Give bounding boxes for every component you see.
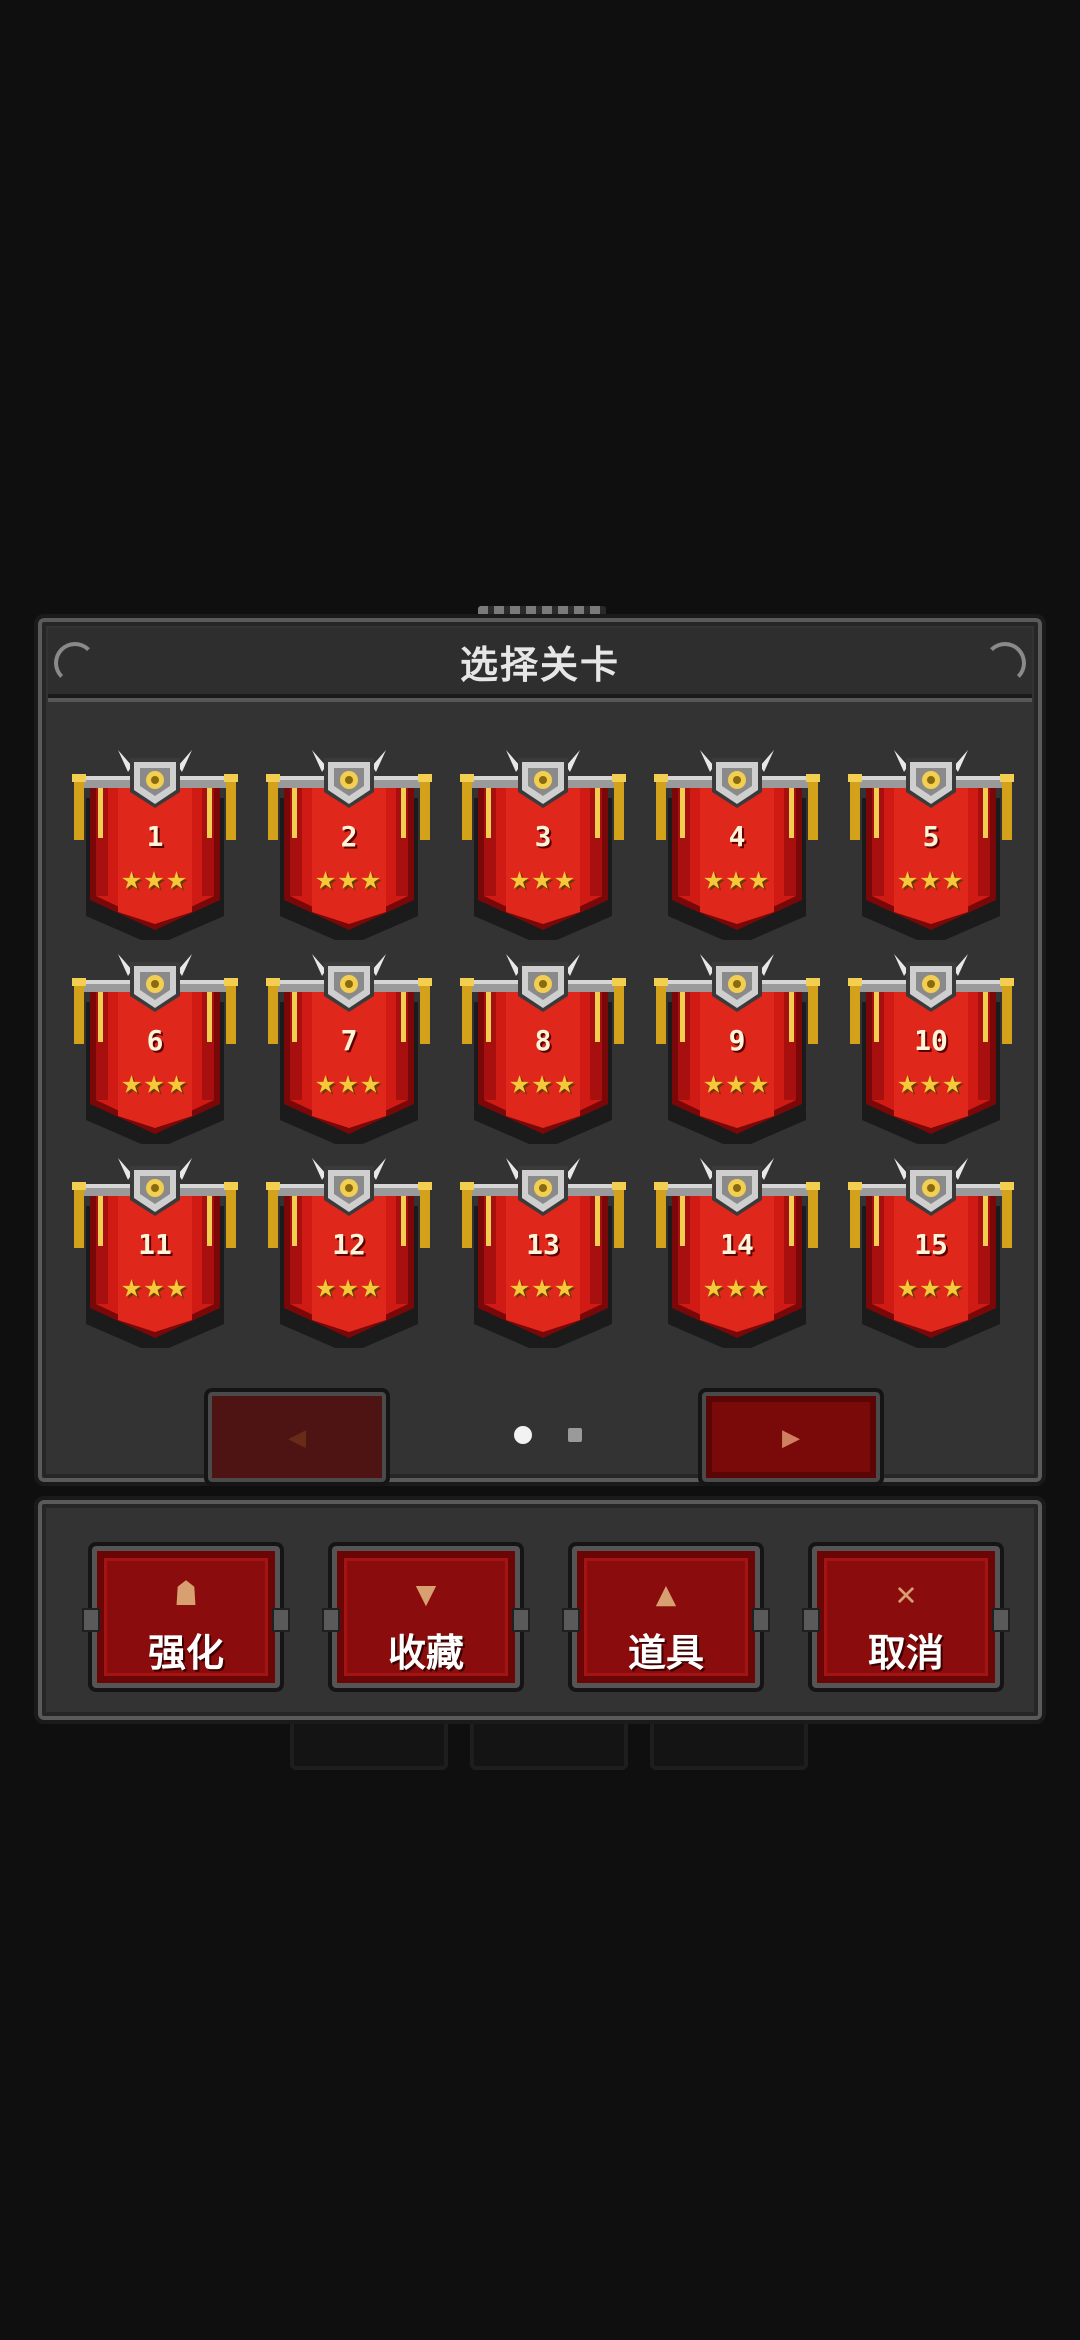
- potion-flask-icon: ▲: [655, 1574, 677, 1614]
- arrow-right-icon: ▶: [781, 1419, 801, 1455]
- action-bar: ☗ 强化 ▼ 收藏 ▲ 道具 ✕ 取消: [34, 1496, 1046, 1724]
- page-dot-active[interactable]: [514, 1426, 532, 1444]
- level-grid: 1 ★★★ 2 ★★★ 3 ★★★ 4 ★★★ 5 ★★★ 6 ★★★ 7 ★★…: [58, 736, 1030, 1348]
- star-rating: ★★★: [703, 1062, 771, 1102]
- level-number: 1: [146, 820, 164, 853]
- level-number: 5: [922, 820, 940, 853]
- level-number: 10: [914, 1024, 948, 1057]
- star-rating: ★★★: [315, 858, 383, 898]
- cancel-button[interactable]: ✕ 取消: [802, 1542, 1010, 1692]
- items-label: 道具: [627, 1631, 704, 1675]
- collection-label: 收藏: [387, 1631, 464, 1675]
- level-2-button[interactable]: 2 ★★★: [252, 736, 446, 940]
- level-3-button[interactable]: 3 ★★★: [446, 736, 640, 940]
- level-10-button[interactable]: 10 ★★★: [834, 940, 1028, 1144]
- next-page-button[interactable]: ▶: [698, 1388, 884, 1486]
- star-rating: ★★★: [703, 858, 771, 898]
- pager: ◀ ▶: [38, 1376, 1050, 1486]
- level-12-button[interactable]: 12 ★★★: [252, 1144, 446, 1348]
- level-7-button[interactable]: 7 ★★★: [252, 940, 446, 1144]
- prev-page-button[interactable]: ◀: [204, 1388, 390, 1486]
- star-rating: ★★★: [509, 1266, 577, 1306]
- level-number: 7: [340, 1024, 358, 1057]
- trophy-cup-icon: ▼: [415, 1574, 437, 1614]
- level-number: 4: [728, 820, 746, 853]
- level-15-button[interactable]: 15 ★★★: [834, 1144, 1028, 1348]
- page-dot-inactive[interactable]: [568, 1428, 582, 1442]
- level-number: 2: [340, 820, 358, 853]
- level-8-button[interactable]: 8 ★★★: [446, 940, 640, 1144]
- upgrade-icon: ☗: [175, 1574, 197, 1614]
- collection-button[interactable]: ▼ 收藏: [322, 1542, 530, 1692]
- level-13-button[interactable]: 13 ★★★: [446, 1144, 640, 1348]
- star-rating: ★★★: [703, 1266, 771, 1306]
- star-rating: ★★★: [315, 1062, 383, 1102]
- crossed-swords-icon: ✕: [895, 1574, 917, 1614]
- level-number: 11: [138, 1228, 172, 1261]
- star-rating: ★★★: [121, 858, 189, 898]
- star-rating: ★★★: [315, 1266, 383, 1306]
- level-11-button[interactable]: 11 ★★★: [58, 1144, 252, 1348]
- upgrade-button[interactable]: ☗ 强化: [82, 1542, 290, 1692]
- star-rating: ★★★: [121, 1062, 189, 1102]
- level-4-button[interactable]: 4 ★★★: [640, 736, 834, 940]
- upgrade-label: 强化: [147, 1631, 224, 1675]
- level-number: 12: [332, 1228, 366, 1261]
- arrow-left-icon: ◀: [287, 1419, 307, 1455]
- level-6-button[interactable]: 6 ★★★: [58, 940, 252, 1144]
- level-number: 6: [146, 1024, 164, 1057]
- level-select-dialog: 选择关卡 1 ★★★ 2 ★★★ 3 ★★★ 4 ★★★ 5 ★★★ 6 ★★★…: [34, 614, 1046, 1486]
- star-rating: ★★★: [897, 1266, 965, 1306]
- corner-ornament-icon: [984, 642, 1026, 684]
- items-button[interactable]: ▲ 道具: [562, 1542, 770, 1692]
- level-number: 14: [720, 1228, 754, 1261]
- star-rating: ★★★: [509, 858, 577, 898]
- corner-ornament-icon: [54, 642, 96, 684]
- cancel-label: 取消: [867, 1631, 944, 1675]
- level-number: 9: [728, 1024, 746, 1057]
- star-rating: ★★★: [897, 1062, 965, 1102]
- level-number: 15: [914, 1228, 948, 1261]
- level-5-button[interactable]: 5 ★★★: [834, 736, 1028, 940]
- dialog-title-bar: 选择关卡: [48, 628, 1032, 698]
- dialog-title: 选择关卡: [459, 642, 620, 687]
- level-1-button[interactable]: 1 ★★★: [58, 736, 252, 940]
- level-number: 13: [526, 1228, 560, 1261]
- star-rating: ★★★: [897, 858, 965, 898]
- level-number: 8: [534, 1024, 552, 1057]
- star-rating: ★★★: [121, 1266, 189, 1306]
- level-9-button[interactable]: 9 ★★★: [640, 940, 834, 1144]
- level-14-button[interactable]: 14 ★★★: [640, 1144, 834, 1348]
- level-number: 3: [534, 820, 552, 853]
- star-rating: ★★★: [509, 1062, 577, 1102]
